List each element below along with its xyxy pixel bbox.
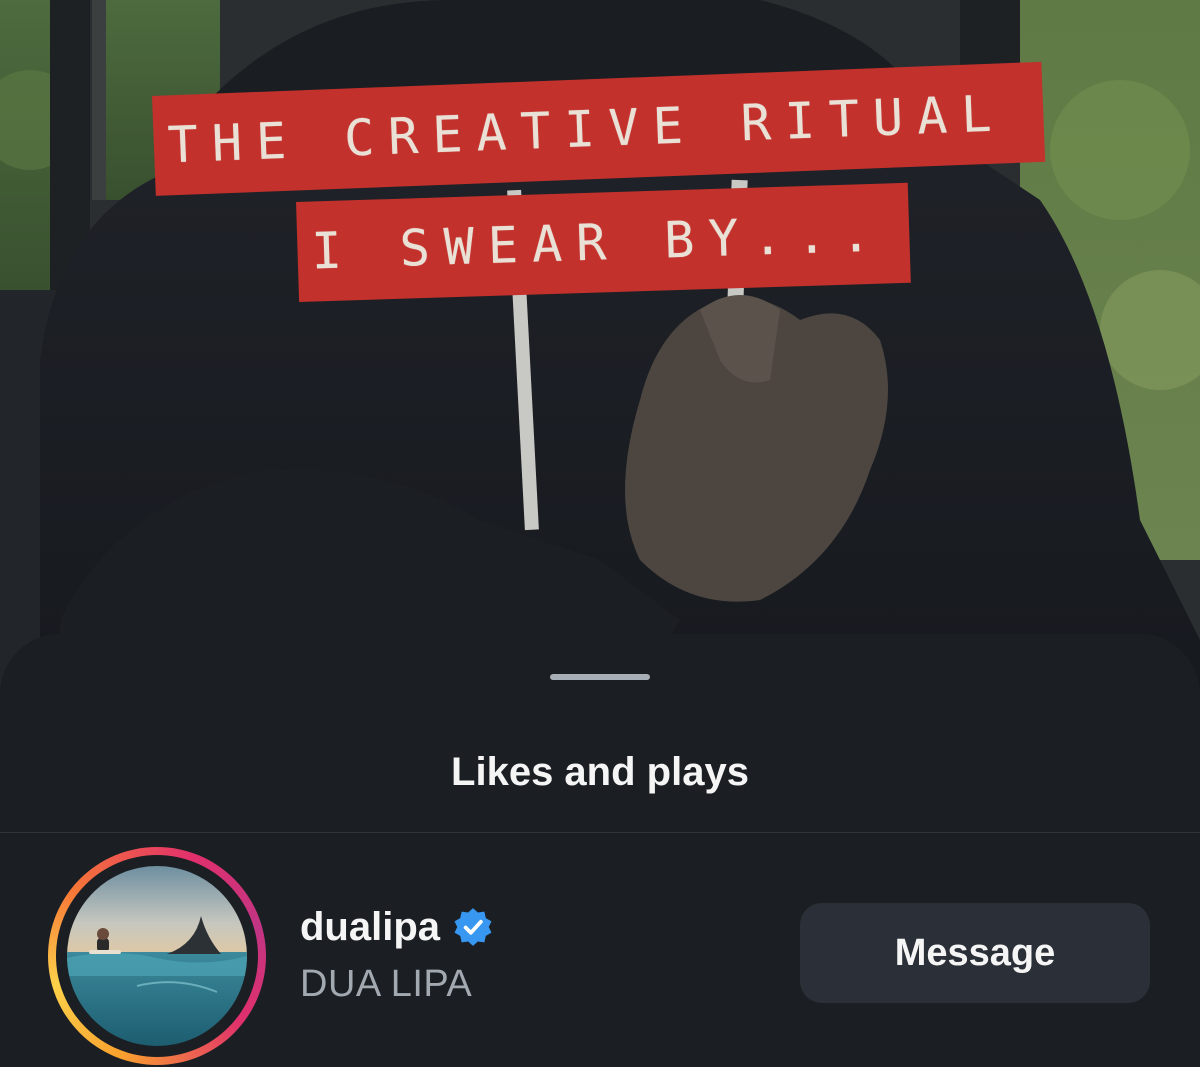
likes-bottom-sheet: Likes and plays dualipa DUA LIPA Message (0, 634, 1200, 1067)
user-list-item[interactable]: dualipa DUA LIPA Message (0, 833, 1200, 1067)
reel-screen: THE CREATIVE RITUAL I SWEAR BY... Likes … (0, 0, 1200, 1067)
sheet-drag-handle[interactable] (550, 674, 650, 680)
story-ring[interactable] (48, 847, 266, 1065)
message-button[interactable]: Message (800, 903, 1150, 1003)
full-name: DUA LIPA (300, 963, 473, 1005)
surfer-with-shark-fin-photo-icon (67, 866, 247, 1046)
username[interactable]: dualipa (300, 901, 440, 953)
sheet-title: Likes and plays (451, 750, 749, 794)
caption-sticker-line-2: I SWEAR BY... (296, 182, 911, 302)
reel-video[interactable]: THE CREATIVE RITUAL I SWEAR BY... (0, 0, 1200, 720)
username-line[interactable]: dualipa (300, 901, 494, 953)
avatar[interactable] (67, 866, 247, 1046)
verified-badge-icon (454, 908, 492, 946)
